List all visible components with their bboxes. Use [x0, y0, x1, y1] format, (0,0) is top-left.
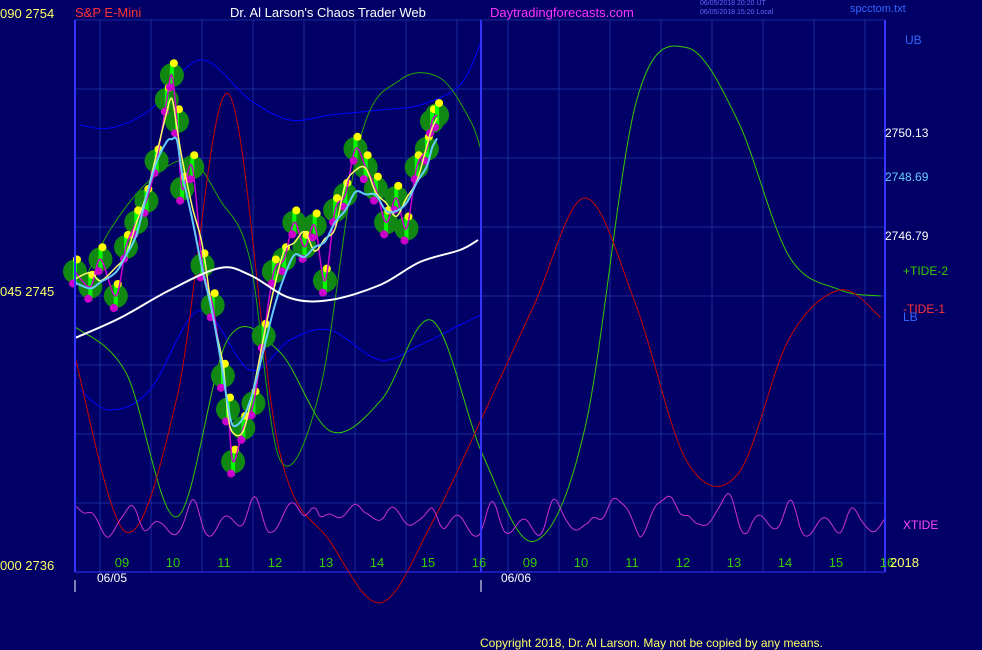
- low-marker: [400, 236, 409, 245]
- price-level-label: 2748.69: [885, 170, 929, 184]
- site-link[interactable]: Daytradingforecasts.com: [490, 5, 634, 20]
- low-marker: [176, 196, 185, 205]
- year-label: 2018: [890, 555, 919, 570]
- price-level-label: 2750.13: [885, 126, 929, 140]
- high-marker: [210, 289, 219, 298]
- data-file-name: spcctom.txt: [850, 3, 906, 15]
- high-marker: [363, 151, 372, 160]
- hour-label: 12: [676, 555, 690, 570]
- low-marker: [84, 294, 93, 303]
- xtide-label: XTIDE: [903, 518, 938, 532]
- high-marker: [190, 151, 199, 160]
- chart-canvas: 090 2754 045 2745 000 2736 2750.13 2748.69 27…: [0, 0, 982, 650]
- high-marker: [169, 59, 178, 68]
- high-marker: [292, 206, 301, 215]
- tide1-label: -TIDE-1: [903, 302, 945, 316]
- price-level-label: 2746.79: [885, 229, 929, 243]
- hour-label: 11: [217, 555, 231, 570]
- hour-label: 15: [829, 555, 843, 570]
- left-axis-label: 000 2736: [0, 558, 54, 573]
- hour-label: 15: [421, 555, 435, 570]
- hour-label: 11: [625, 555, 639, 570]
- hour-label: 13: [727, 555, 741, 570]
- hour-label: 09: [115, 555, 129, 570]
- high-marker: [271, 255, 280, 264]
- hour-label: 14: [778, 555, 792, 570]
- hour-label: 09: [523, 555, 537, 570]
- symbol-label: S&P E-Mini: [75, 5, 142, 20]
- high-marker: [394, 181, 403, 190]
- timestamp-ut: 06/05/2018 20:20 UT: [700, 0, 766, 7]
- low-marker: [369, 196, 378, 205]
- hour-label: 10: [574, 555, 588, 570]
- left-axis-label: 090 2754: [0, 6, 54, 21]
- high-marker: [353, 132, 362, 141]
- hour-label: 10: [166, 555, 180, 570]
- hour-label: 12: [268, 555, 282, 570]
- date-label: 06/05: [97, 571, 127, 585]
- upper-band-label: UB: [905, 33, 922, 47]
- chart-title: Dr. Al Larson's Chaos Trader Web: [230, 5, 426, 20]
- low-marker: [359, 175, 368, 184]
- timestamp-local: 06/05/2018 15:20 Local: [700, 9, 774, 16]
- low-marker: [349, 156, 358, 165]
- hour-label: 13: [319, 555, 333, 570]
- low-marker: [165, 83, 174, 92]
- low-marker: [318, 288, 327, 297]
- left-axis-label: 045 2745: [0, 284, 54, 299]
- high-marker: [312, 209, 321, 218]
- high-marker: [98, 243, 107, 252]
- date-label: 06/06: [501, 571, 531, 585]
- hour-label: 16: [472, 555, 486, 570]
- tide2-label: +TIDE-2: [903, 264, 948, 278]
- high-marker: [373, 172, 382, 181]
- copyright-notice: Copyright 2018, Dr. Al Larson. May not b…: [480, 636, 823, 650]
- high-marker: [435, 99, 444, 108]
- hour-label: 14: [370, 555, 384, 570]
- low-marker: [109, 304, 118, 312]
- low-marker: [227, 469, 236, 478]
- chart-background: [0, 0, 982, 650]
- low-marker: [380, 230, 389, 239]
